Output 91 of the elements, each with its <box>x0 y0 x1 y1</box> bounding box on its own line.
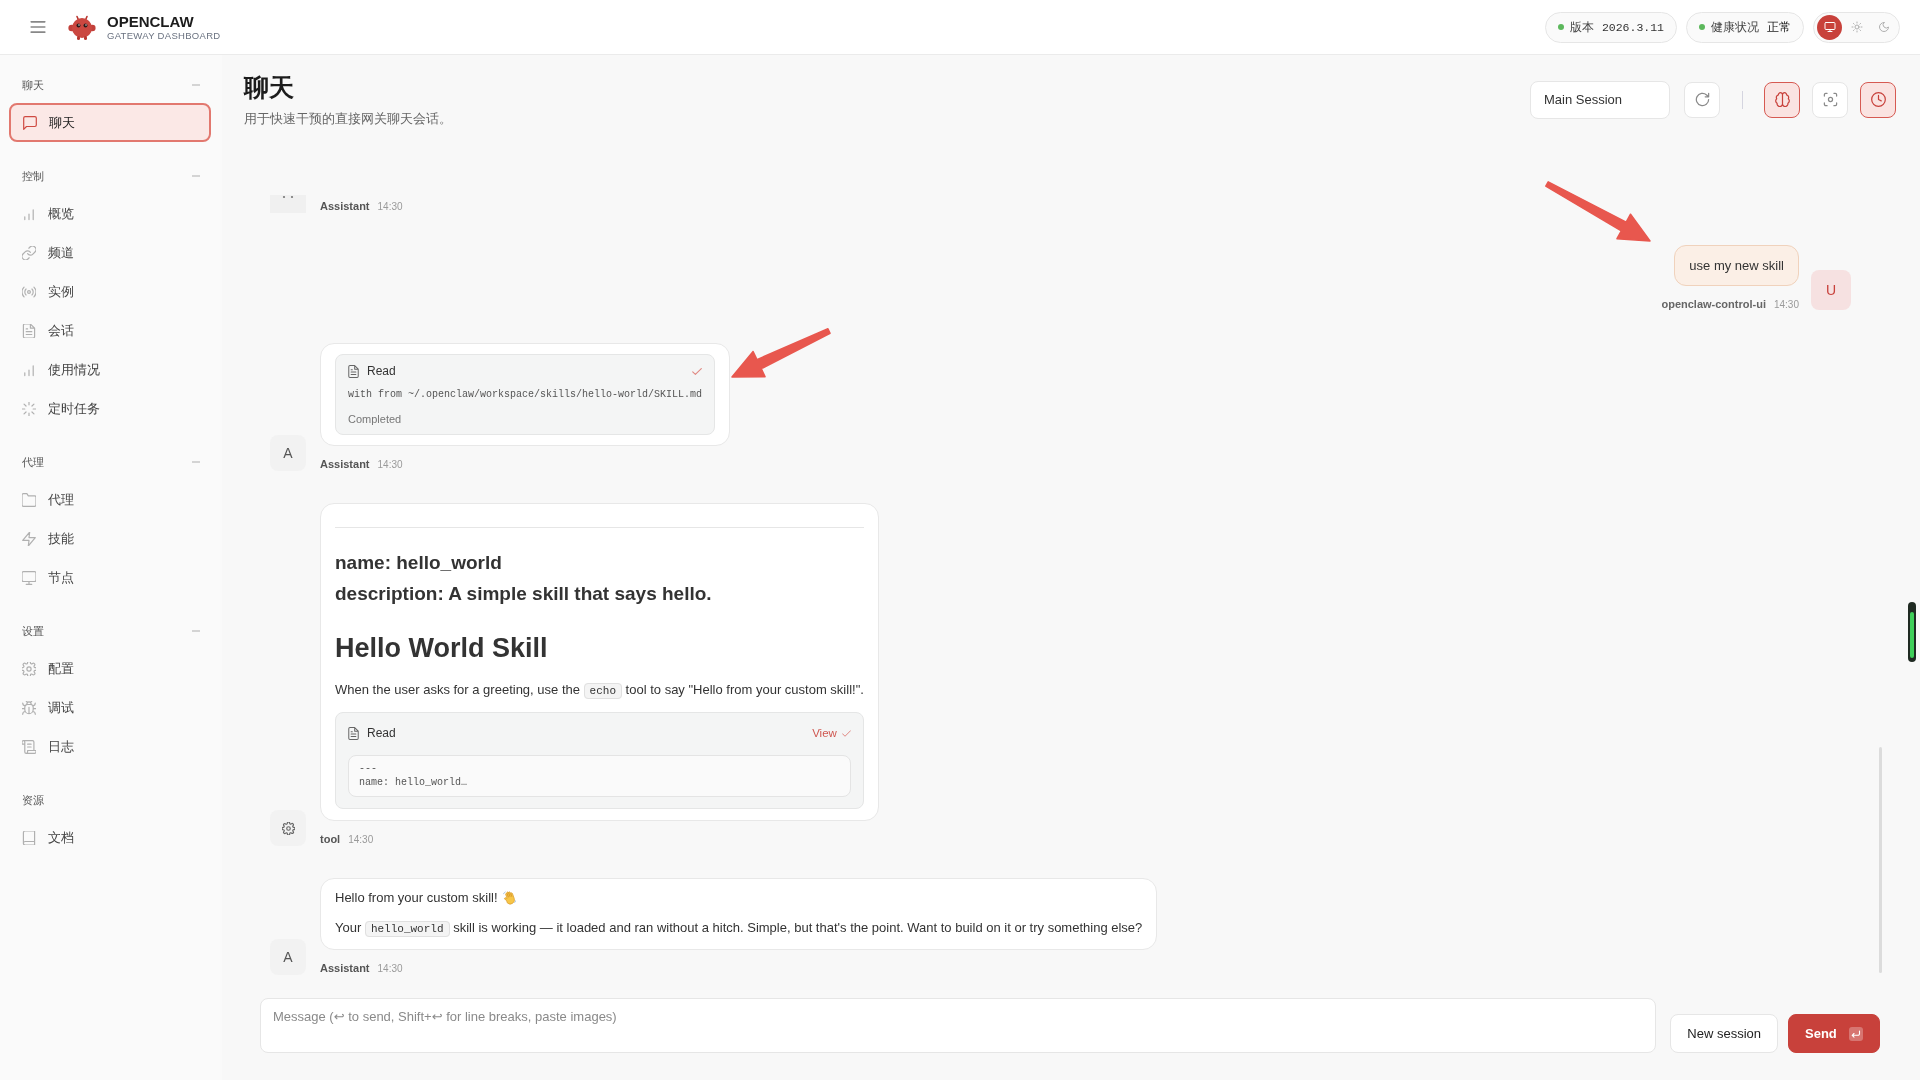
monitor-icon <box>22 570 36 585</box>
sender-name: Assistant <box>320 962 370 975</box>
tool-name: Read <box>367 726 396 740</box>
markdown-paragraph: When the user asks for a greeting, use the echo tool to say "Hello from your custom skill!". <box>335 681 864 701</box>
assistant-avatar: A <box>270 435 306 471</box>
nav-item[interactable]: 日志 <box>9 727 211 766</box>
refresh-button[interactable] <box>1684 81 1720 118</box>
menu-icon[interactable] <box>30 21 46 33</box>
bug-icon <box>22 700 36 715</box>
nav-item[interactable]: 定时任务 <box>9 389 211 428</box>
lightning-icon <box>22 531 36 546</box>
page-subtitle: 用于快速干预的直接网关聊天会话。 <box>244 110 452 128</box>
message-time: 14:30 <box>1773 298 1799 311</box>
tool-status: Completed <box>348 412 403 427</box>
monitor-icon <box>1823 21 1836 33</box>
tool-name: Read <box>367 364 396 378</box>
new-session-button[interactable]: New session <box>1670 1014 1778 1053</box>
status-label: 健康状况 <box>1711 18 1759 36</box>
brain-icon <box>1774 92 1790 107</box>
status-label: 版本 <box>1569 18 1594 36</box>
waving-hand-icon <box>502 891 516 905</box>
chat-bubble-icon <box>23 115 37 130</box>
nav-item[interactable]: 文档 <box>9 818 211 857</box>
session-select[interactable]: Main Session <box>1530 80 1670 119</box>
nav-item[interactable]: 使用情况 <box>9 350 211 389</box>
status-value: 正常 <box>1767 18 1791 36</box>
message-time: 14:30 <box>348 833 374 846</box>
mascot-logo-icon <box>68 13 96 41</box>
code-preview: --- name: hello_world… <box>348 755 851 797</box>
nav-item[interactable]: 实例 <box>9 272 211 311</box>
nav-item[interactable]: 节点 <box>9 558 211 597</box>
message-input[interactable]: Message (↩ to send, Shift+↩ for line breaks, paste images) <box>260 998 1657 1053</box>
message-time: 14:30 <box>377 200 403 213</box>
status-value: 2026.3.11 <box>1601 20 1664 34</box>
nav-item[interactable]: 调试 <box>9 688 211 727</box>
section-title: 代理 <box>22 454 44 470</box>
edge-handle[interactable] <box>1908 602 1916 662</box>
document-icon <box>348 364 359 378</box>
nav-item[interactable]: 概览 <box>9 194 211 233</box>
brand-name: OPENCLAW <box>107 12 195 30</box>
scroll-icon <box>22 739 36 754</box>
page-title: 聊天 <box>244 72 295 103</box>
section-title: 设置 <box>22 623 44 639</box>
focus-icon <box>1822 92 1838 107</box>
section-title: 资源 <box>22 792 44 808</box>
schedule-button[interactable] <box>1860 81 1896 118</box>
message-text: Hello from your custom skill! <box>335 889 498 907</box>
enter-key-icon <box>1848 1026 1863 1041</box>
nav-item[interactable]: 配置 <box>9 649 211 688</box>
nav-item[interactable]: 技能 <box>9 519 211 558</box>
message-time: 14:30 <box>377 458 403 471</box>
view-link[interactable]: View <box>812 727 851 739</box>
refresh-icon <box>1694 92 1710 107</box>
theme-button[interactable] <box>1817 14 1842 40</box>
moon-icon <box>1877 21 1890 33</box>
tool-detail: with from ~/.openclaw/workspace/skills/hello-world/SKILL.md <box>348 388 703 402</box>
folder-icon <box>22 492 36 507</box>
broadcast-icon <box>22 284 36 299</box>
sender-name: tool <box>320 833 341 846</box>
link-icon <box>22 245 36 260</box>
nav-item[interactable]: 代理 <box>9 480 211 519</box>
clock-icon <box>1870 92 1886 107</box>
user-avatar: U <box>1811 270 1851 310</box>
sender-name: Assistant <box>320 200 370 213</box>
nav-item[interactable]: 频道 <box>9 233 211 272</box>
markdown-heading: name: hello_world description: A simple skill that says hello. <box>335 551 713 606</box>
settings-icon <box>281 821 295 835</box>
thinking-toggle-button[interactable] <box>1764 81 1800 118</box>
bar-chart-icon <box>22 362 36 377</box>
bar-chart-icon <box>22 206 36 221</box>
message-bubble: use my new skill <box>1674 245 1799 286</box>
assistant-avatar: A <box>270 939 306 975</box>
brand-subtitle: GATEWAY DASHBOARD <box>107 29 221 42</box>
markdown-title: Hello World Skill <box>335 632 549 665</box>
message-time: 14:30 <box>377 962 403 975</box>
sender-name: Assistant <box>320 458 370 471</box>
avatar-icon <box>270 195 306 213</box>
sender-name: openclaw-control-ui <box>1661 298 1766 311</box>
message-text: Your hello_world skill is working — it loaded and ran without a hitch. Simple, but that's the point. Want to build on it or try something else? <box>335 919 1143 938</box>
loader-icon <box>22 401 36 416</box>
nav-item[interactable]: 会话 <box>9 311 211 350</box>
document-icon <box>348 726 359 740</box>
section-title: 聊天 <box>22 77 44 93</box>
sun-icon <box>1850 21 1863 33</box>
send-button[interactable]: Send <box>1788 1014 1880 1053</box>
nav-item[interactable]: 聊天 <box>9 103 211 142</box>
book-icon <box>22 830 36 845</box>
document-icon <box>22 323 36 338</box>
focus-button[interactable] <box>1812 81 1848 118</box>
settings-icon <box>22 661 36 676</box>
section-title: 控制 <box>22 168 44 184</box>
